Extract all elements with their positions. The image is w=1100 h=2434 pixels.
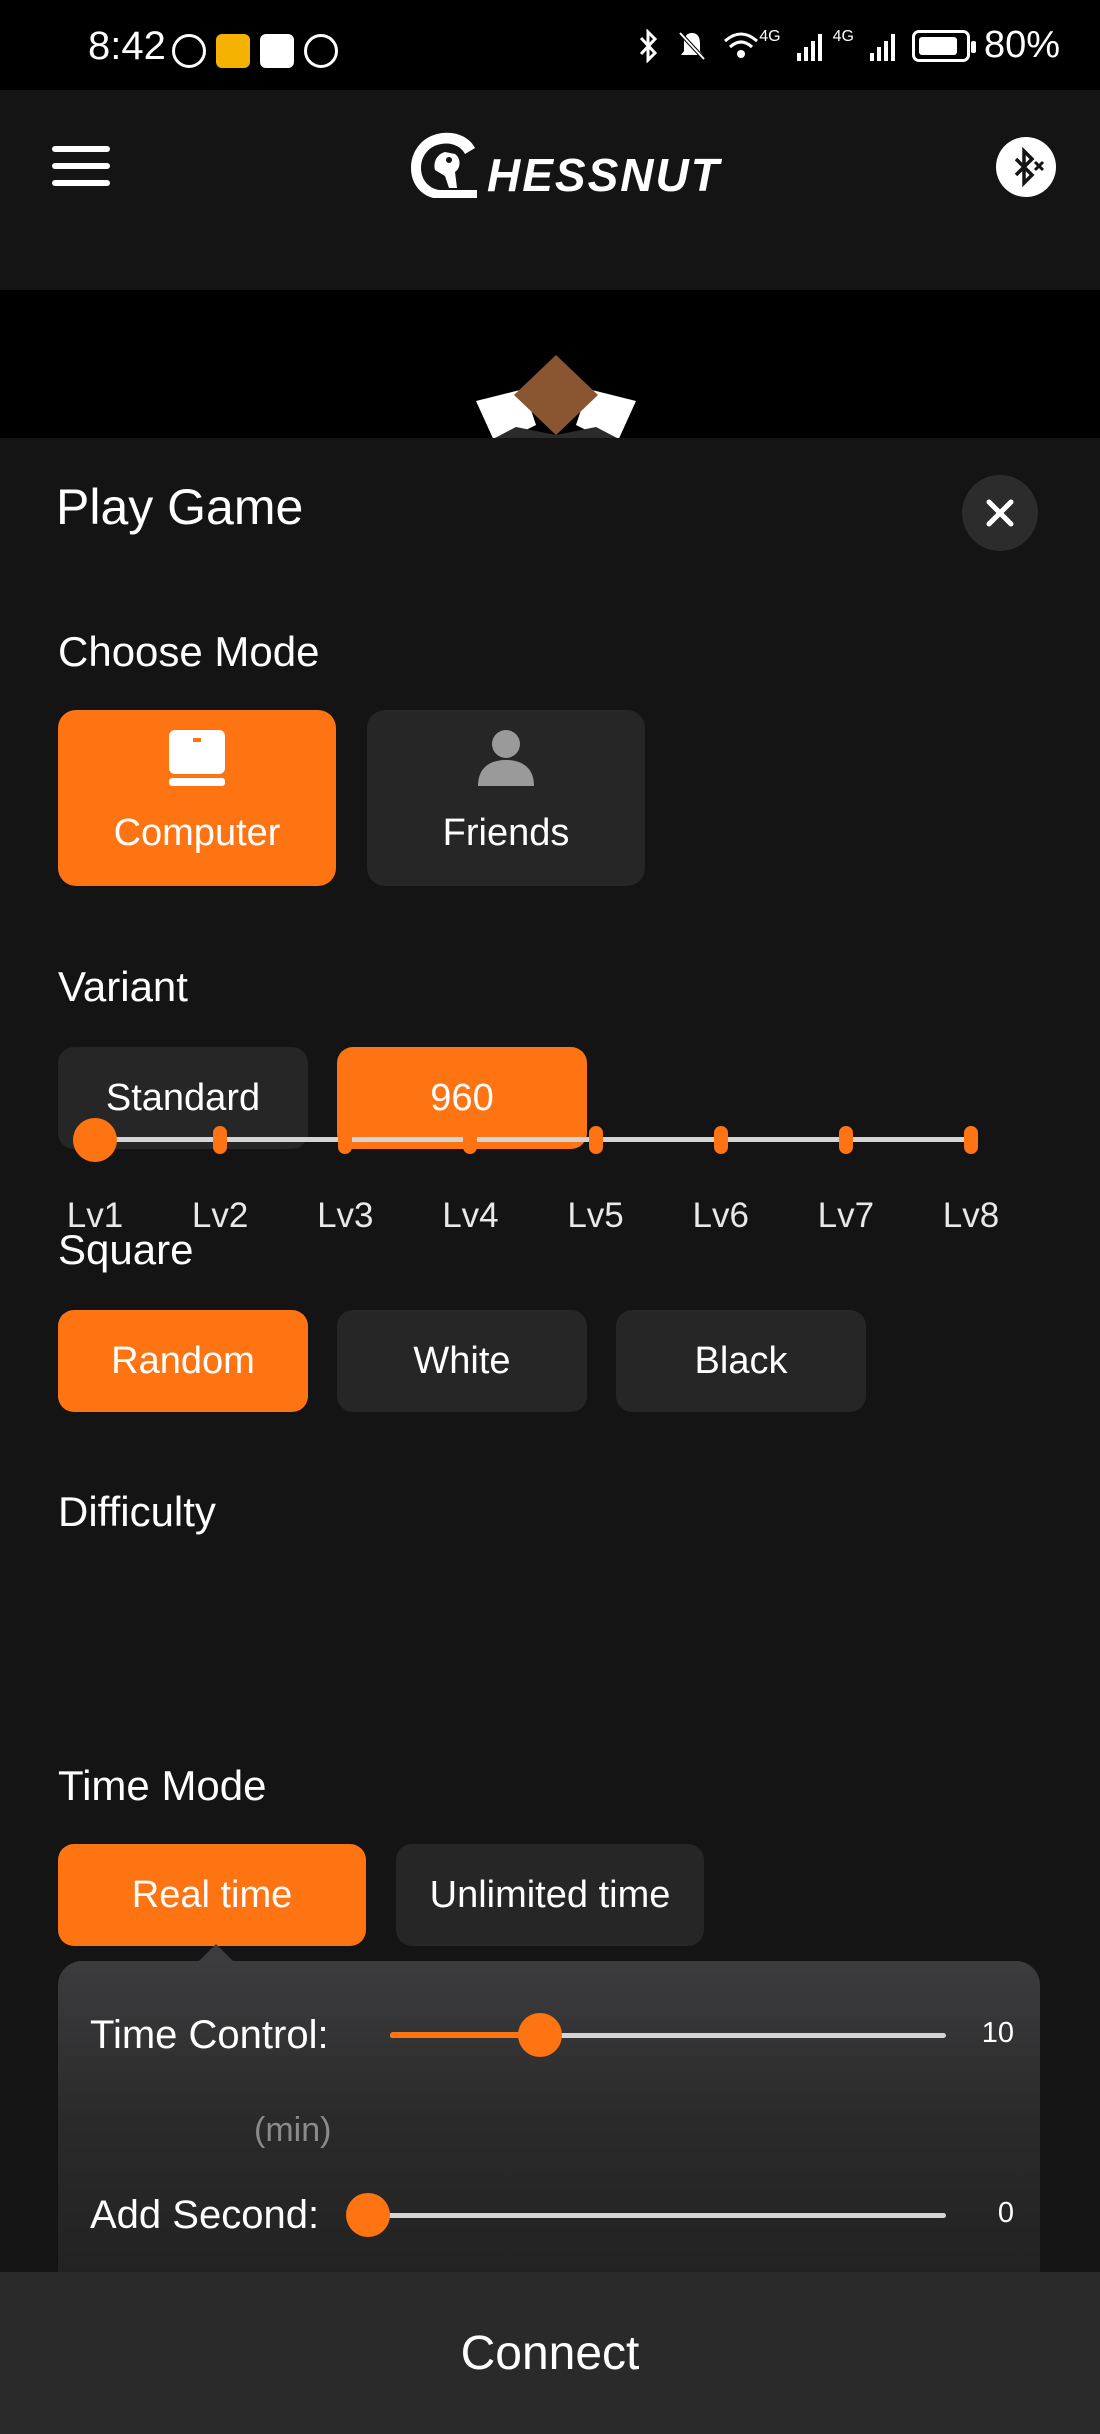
knight-logo-icon — [411, 132, 477, 198]
wifi-icon — [724, 32, 759, 58]
bluetooth-disconnected-icon[interactable] — [996, 137, 1056, 197]
connect-button[interactable]: Connect — [0, 2272, 1100, 2434]
network-type-1: 4G — [759, 27, 781, 45]
difficulty-label: Difficulty — [58, 1488, 216, 1535]
network-type-2: 4G — [832, 27, 854, 45]
app-notification-icon — [172, 34, 206, 68]
mode-computer-label: Computer — [113, 812, 281, 854]
signal-icon-1 — [796, 33, 822, 61]
signal-icon-2 — [869, 33, 895, 61]
logo-text: HESSNUT — [487, 149, 721, 201]
time-panel-pointer — [198, 1944, 234, 1962]
difficulty-tick[interactable] — [838, 1126, 853, 1154]
time-realtime-button[interactable]: Real time — [58, 1844, 366, 1946]
time-control-value: 10 — [981, 2017, 1014, 2049]
status-right: 4G 4G 80% — [633, 24, 1060, 67]
add-second-value: 0 — [997, 2197, 1014, 2229]
difficulty-level-label: Lv2 — [191, 1196, 249, 1235]
difficulty-tick[interactable] — [964, 1126, 978, 1154]
square-white-button[interactable]: White — [337, 1310, 587, 1412]
hamburger-menu-icon[interactable] — [52, 146, 110, 186]
sheet-title: Play Game — [56, 479, 304, 535]
alarm-icon — [304, 34, 338, 68]
mode-computer-button[interactable]: Computer — [58, 710, 336, 886]
difficulty-tick[interactable] — [213, 1126, 228, 1154]
time-mode-label: Time Mode — [58, 1762, 267, 1809]
app-header: HESSNUT — [0, 90, 1100, 290]
difficulty-level-label: Lv6 — [692, 1196, 749, 1235]
battery-percent: 80% — [983, 24, 1060, 66]
chess-piece-graphic — [476, 355, 636, 443]
difficulty-level-label: Lv7 — [817, 1196, 875, 1235]
add-second-thumb[interactable] — [346, 2193, 390, 2237]
difficulty-level-label: Lv3 — [317, 1196, 374, 1235]
bluetooth-icon — [640, 28, 658, 63]
close-icon — [986, 499, 1014, 527]
difficulty-slider-thumb[interactable] — [73, 1118, 117, 1162]
choose-mode-label: Choose Mode — [58, 628, 320, 675]
difficulty-level-label: Lv5 — [567, 1196, 624, 1235]
time-control-thumb[interactable] — [518, 2013, 563, 2057]
computer-icon — [169, 730, 225, 786]
status-bar: 8:42 4G 4G 80% — [0, 0, 1100, 90]
difficulty-tick[interactable] — [588, 1126, 603, 1154]
time-unlimited-button[interactable]: Unlimited time — [396, 1844, 704, 1946]
time-control-unit: (min) — [254, 2111, 332, 2149]
battery-icon — [911, 29, 976, 62]
square-random-button[interactable]: Random — [58, 1310, 308, 1412]
variant-label: Variant — [58, 963, 188, 1010]
app-logo: HESSNUT — [405, 128, 721, 204]
difficulty-tick[interactable] — [713, 1126, 728, 1154]
weibo-icon — [216, 34, 250, 68]
square-black-button[interactable]: Black — [616, 1310, 866, 1412]
mode-friends-button[interactable]: Friends — [367, 710, 645, 886]
difficulty-tick[interactable] — [338, 1126, 353, 1154]
mode-friends-label: Friends — [442, 812, 570, 854]
person-icon — [478, 730, 534, 786]
difficulty-tick[interactable] — [463, 1126, 478, 1154]
difficulty-level-label: Lv1 — [66, 1196, 124, 1235]
time-control-label: Time Control: — [90, 2013, 329, 2057]
status-time: 8:42 — [88, 24, 166, 68]
mute-icon — [678, 31, 706, 60]
difficulty-level-label: Lv8 — [942, 1196, 1000, 1235]
notification-icons — [172, 34, 338, 68]
close-button[interactable] — [962, 475, 1038, 551]
board-preview — [44, 293, 1056, 443]
add-second-track[interactable] — [368, 2213, 946, 2218]
nfc-icon — [260, 34, 294, 68]
add-second-label: Add Second: — [90, 2193, 320, 2237]
difficulty-level-label: Lv4 — [442, 1196, 499, 1235]
variant-960-button[interactable]: 960 — [337, 1047, 587, 1149]
